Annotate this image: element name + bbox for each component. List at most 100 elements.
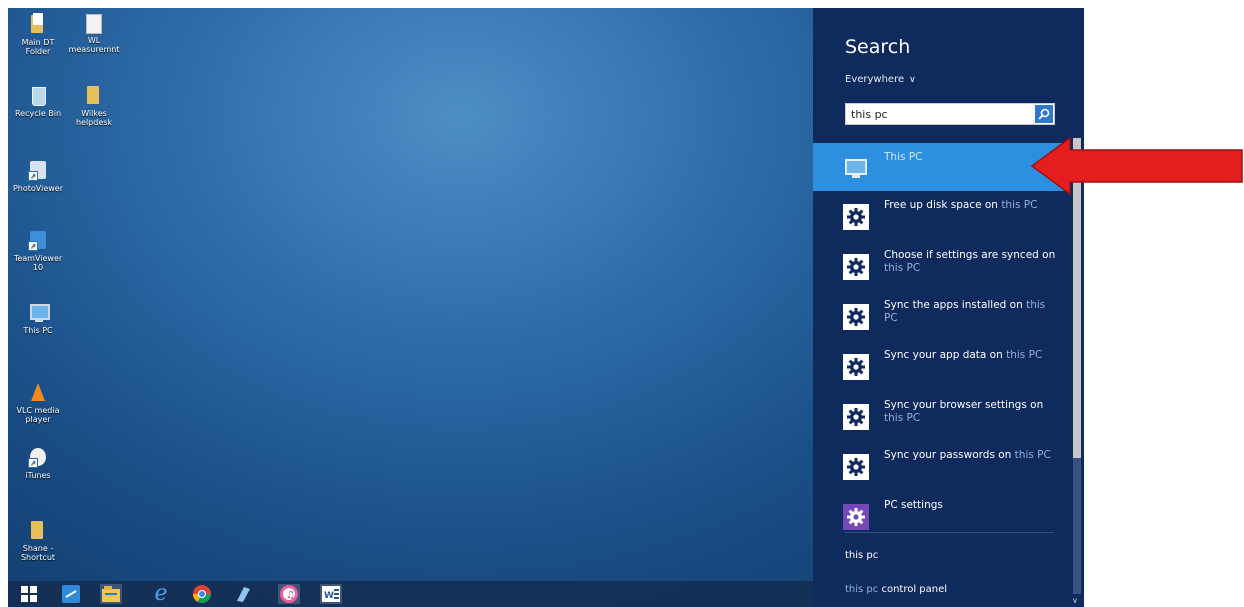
- itunes-icon: ↗: [26, 445, 50, 469]
- desktop-icon-label: PhotoViewer: [12, 184, 63, 193]
- red-arrow-annotation: [1030, 136, 1243, 196]
- internet-explorer-icon: e: [154, 581, 168, 606]
- taskbar-teamviewer[interactable]: [60, 584, 82, 604]
- search-result-label: Sync the apps installed on this PC: [884, 299, 1060, 325]
- recycle-bin-icon: [26, 83, 50, 107]
- vlc-icon: [26, 380, 50, 404]
- desktop-icon-shane-shortcut[interactable]: Shane - Shortcut: [10, 518, 66, 562]
- gear-icon: [843, 304, 869, 330]
- search-result-item[interactable]: Free up disk space on this PC: [813, 191, 1070, 241]
- taskbar-internet-explorer[interactable]: e: [150, 581, 172, 606]
- itunes-icon: ♫: [280, 585, 298, 603]
- suggestion-prefix: this pc: [845, 584, 882, 595]
- search-result-label: Choose if settings are synced on this PC: [884, 249, 1060, 275]
- search-result-item[interactable]: Choose if settings are synced on this PC: [813, 241, 1070, 291]
- desktop-icon-vlc[interactable]: VLC media player: [10, 380, 66, 424]
- suggestion-text: this pc: [845, 550, 879, 561]
- chrome-icon: [193, 585, 211, 603]
- search-result-label: PC settings: [884, 499, 1060, 512]
- taskbar-app[interactable]: [232, 584, 254, 604]
- photoviewer-shortcut-icon: ↗: [26, 158, 50, 182]
- shortcut-folder-icon: [26, 518, 50, 542]
- teamviewer-icon: ↗: [26, 228, 50, 252]
- result-highlight-text: this PC: [1006, 349, 1043, 361]
- search-scope-label: Everywhere: [845, 74, 905, 85]
- desktop-icon-this-pc[interactable]: This PC: [10, 300, 66, 335]
- divider: [845, 532, 1054, 533]
- desktop-icon-label: This PC: [23, 326, 53, 335]
- result-text: Sync your passwords on: [884, 449, 1015, 461]
- search-button[interactable]: [1035, 105, 1053, 123]
- result-highlight-text: this PC: [884, 412, 921, 424]
- desktop-icon-wl-measuremnt[interactable]: WL measuremnt: [66, 12, 122, 54]
- search-result-item[interactable]: Sync the apps installed on this PC: [813, 291, 1070, 341]
- desktop-icon-label: iTunes: [25, 471, 51, 480]
- result-highlight-text: this PC: [1001, 199, 1038, 211]
- result-text: PC settings: [884, 499, 943, 511]
- folder-icon: [26, 12, 50, 36]
- desktop-icon-label: Shane - Shortcut: [20, 544, 56, 562]
- search-result-item[interactable]: Sync your app data on this PC: [813, 341, 1070, 391]
- scroll-down-arrow-icon[interactable]: ∨: [1072, 596, 1078, 605]
- taskbar-word[interactable]: W: [320, 584, 342, 604]
- desktop-icon-main-dt-folder[interactable]: Main DT Folder: [10, 12, 66, 56]
- search-result-label: Free up disk space on this PC: [884, 199, 1060, 212]
- search-icon: [1038, 108, 1050, 120]
- start-icon: [21, 586, 37, 602]
- search-charm-panel: Search Everywhere ∨ This PC Free up disk s…: [813, 8, 1084, 607]
- search-suggestion[interactable]: this pc: [845, 550, 878, 561]
- desktop-icon-label: Main DT Folder: [21, 38, 55, 56]
- result-text: Choose if settings are synced on: [884, 249, 1056, 261]
- desktop-icon-wilkes-helpdesk[interactable]: Wilkes helpdesk: [66, 83, 122, 127]
- gear-icon: [843, 254, 869, 280]
- teamviewer-icon: [62, 585, 80, 603]
- results-scrollbar[interactable]: ∨: [1070, 128, 1084, 607]
- desktop-icon-label: TeamViewer 10: [13, 254, 63, 272]
- taskbar-itunes[interactable]: ♫: [278, 584, 300, 604]
- app-icon: [237, 587, 250, 602]
- desktop-icon-photoviewer[interactable]: ↗ PhotoViewer: [10, 158, 66, 193]
- search-result-item[interactable]: Sync your browser settings on this PC: [813, 391, 1070, 441]
- result-text: Sync the apps installed on: [884, 299, 1027, 311]
- this-pc-icon: [843, 156, 869, 182]
- search-scope-dropdown[interactable]: Everywhere ∨: [845, 74, 916, 85]
- result-text: This PC: [884, 151, 923, 163]
- search-result-item[interactable]: PC settings: [813, 491, 1070, 541]
- result-text: Sync your browser settings on: [884, 399, 1044, 411]
- this-pc-icon: [26, 300, 50, 324]
- result-text: Free up disk space on: [884, 199, 1002, 211]
- search-charm-title: Search: [845, 36, 911, 58]
- search-suggestion[interactable]: this pc control panel: [845, 584, 947, 595]
- search-result-item[interactable]: Sync your passwords on this PC: [813, 441, 1070, 491]
- search-input[interactable]: [851, 106, 1031, 122]
- search-result-label: Sync your passwords on this PC: [884, 449, 1060, 462]
- gear-icon: [843, 354, 869, 380]
- taskbar-file-explorer[interactable]: [100, 584, 122, 604]
- gear-icon: [843, 454, 869, 480]
- desktop-icon-label: Recycle Bin: [14, 109, 62, 118]
- word-icon: W: [322, 586, 340, 602]
- folder-icon: [82, 83, 106, 107]
- svg-text:W: W: [324, 591, 334, 601]
- desktop-icon-recycle-bin[interactable]: Recycle Bin: [10, 83, 66, 118]
- suggestion-text: control panel: [881, 584, 948, 595]
- scrollbar-track: [1073, 458, 1081, 594]
- desktop-icon-label: VLC media player: [16, 406, 60, 424]
- search-result-label: Sync your browser settings on this PC: [884, 399, 1060, 425]
- svg-text:♫: ♫: [286, 590, 295, 601]
- search-box: [845, 103, 1055, 125]
- desktop-icon-itunes[interactable]: ↗ iTunes: [10, 445, 66, 480]
- pc-settings-gear-icon: [843, 504, 869, 530]
- desktop-icon-teamviewer[interactable]: ↗ TeamViewer 10: [10, 228, 66, 272]
- taskbar-chrome[interactable]: [191, 584, 213, 604]
- desktop-icon-label: Wilkes helpdesk: [75, 109, 113, 127]
- search-result-label: Sync your app data on this PC: [884, 349, 1060, 362]
- document-icon: [86, 14, 102, 34]
- result-highlight-text: this PC: [1014, 449, 1051, 461]
- red-arrow-shape: [1030, 136, 1243, 196]
- result-text: Sync your app data on: [884, 349, 1007, 361]
- desktop-icon-label: WL measuremnt: [68, 36, 120, 54]
- search-results-list: This PC Free up disk space on this PC Choo…: [813, 143, 1070, 541]
- result-highlight-text: this PC: [884, 262, 921, 274]
- start-button[interactable]: [18, 584, 40, 604]
